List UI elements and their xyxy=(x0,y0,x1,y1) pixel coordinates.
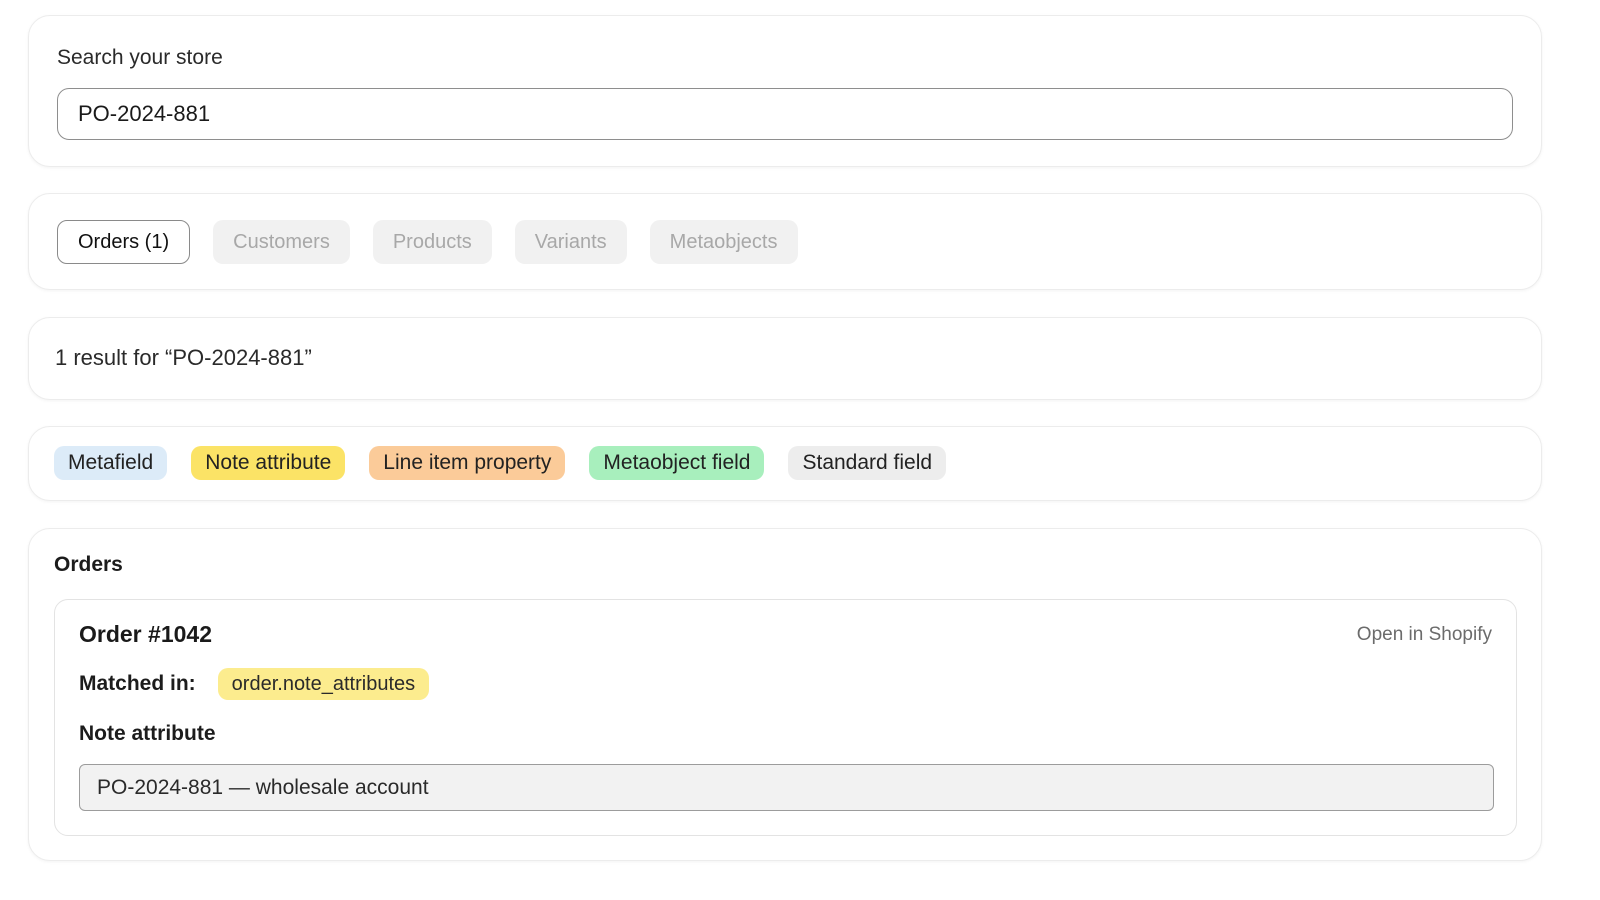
tab-customers[interactable]: Customers xyxy=(213,220,350,264)
field-legend: Metafield Note attribute Line item prope… xyxy=(54,446,947,480)
tab-orders[interactable]: Orders (1) xyxy=(57,220,191,264)
note-attribute-label: Note attribute xyxy=(79,722,216,745)
result-summary-card: 1 result for “PO-2024-881” xyxy=(28,317,1542,400)
orders-section: Orders Order #1042 Open in Shopify Match… xyxy=(28,528,1542,861)
tab-products[interactable]: Products xyxy=(372,220,492,264)
result-type-tabs: Orders (1) Customers Products Variants M… xyxy=(57,220,798,264)
legend-chip-note-attribute: Note attribute xyxy=(191,446,346,480)
search-input[interactable] xyxy=(57,88,1513,140)
order-result: Order #1042 Open in Shopify Matched in: … xyxy=(54,599,1517,836)
matched-in-label: Matched in: xyxy=(79,672,196,695)
tab-metaobjects[interactable]: Metaobjects xyxy=(649,220,798,264)
search-label: Search your store xyxy=(57,46,223,69)
matched-field-badge: order.note_attributes xyxy=(217,668,430,700)
tab-variants[interactable]: Variants xyxy=(514,220,627,264)
order-title: Order #1042 xyxy=(79,621,212,647)
result-summary: 1 result for “PO-2024-881” xyxy=(55,345,312,370)
matched-in-row: Matched in: order.note_attributes xyxy=(79,668,430,700)
legend-chip-standard-field: Standard field xyxy=(788,446,947,480)
search-page: Search your store Orders (1) Customers P… xyxy=(0,0,1600,900)
tabs-card: Orders (1) Customers Products Variants M… xyxy=(28,193,1542,290)
open-in-shopify-link[interactable]: Open in Shopify xyxy=(1357,624,1492,646)
legend-chip-line-item-property: Line item property xyxy=(369,446,566,480)
search-card: Search your store xyxy=(28,15,1542,167)
legend-chip-metaobject-field: Metaobject field xyxy=(589,446,765,480)
orders-heading: Orders xyxy=(54,553,123,576)
note-attribute-value: PO-2024-881 — wholesale account xyxy=(79,764,1494,811)
legend-chip-metafield: Metafield xyxy=(54,446,168,480)
field-legend-card: Metafield Note attribute Line item prope… xyxy=(28,426,1542,501)
